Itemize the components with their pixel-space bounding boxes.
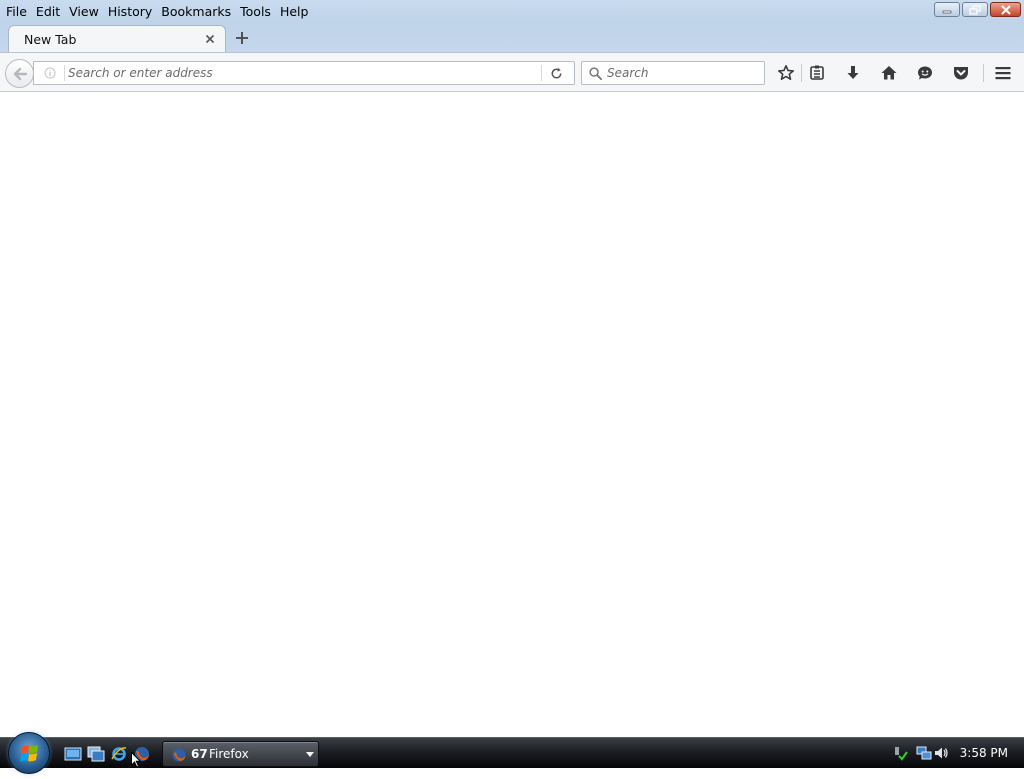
menu-edit[interactable]: Edit bbox=[32, 2, 64, 21]
menu-bar: File Edit View History Bookmarks Tools H… bbox=[0, 0, 313, 22]
toolbar-divider bbox=[801, 64, 802, 82]
menu-tools[interactable]: Tools bbox=[236, 2, 275, 21]
taskbar: 67 Firefox 3:58 PM bbox=[0, 732, 1024, 774]
reload-icon[interactable] bbox=[549, 66, 564, 81]
safely-remove-icon[interactable] bbox=[892, 745, 908, 761]
reload-separator bbox=[541, 65, 542, 81]
url-separator bbox=[64, 65, 65, 81]
minimize-button[interactable] bbox=[934, 2, 960, 17]
home-button[interactable] bbox=[879, 63, 899, 83]
restore-button[interactable] bbox=[962, 2, 988, 17]
system-tray: 3:58 PM bbox=[888, 738, 1024, 769]
switch-windows-icon[interactable] bbox=[87, 745, 105, 763]
hello-icon bbox=[918, 66, 932, 80]
star-icon bbox=[778, 65, 794, 80]
show-desktop-icon[interactable] bbox=[64, 745, 82, 763]
pocket-icon bbox=[954, 67, 968, 80]
chevron-down-icon bbox=[306, 752, 314, 757]
bookmarks-menu-icon bbox=[810, 65, 824, 80]
hello-button[interactable] bbox=[915, 63, 935, 83]
page-content-area[interactable] bbox=[0, 92, 1024, 737]
open-menu-button[interactable] bbox=[993, 63, 1013, 83]
new-tab-plus-icon[interactable] bbox=[234, 30, 250, 46]
pocket-button[interactable] bbox=[951, 63, 971, 83]
volume-icon[interactable] bbox=[933, 745, 949, 761]
menu-view[interactable]: View bbox=[65, 2, 103, 21]
url-bar[interactable] bbox=[33, 61, 575, 85]
clock[interactable]: 3:58 PM bbox=[960, 746, 1008, 760]
internet-explorer-icon[interactable] bbox=[110, 745, 128, 763]
toolbar-divider bbox=[983, 64, 984, 82]
tab-strip: New Tab bbox=[0, 22, 1024, 53]
menu-help[interactable]: Help bbox=[276, 2, 313, 21]
tab-new-tab[interactable]: New Tab bbox=[8, 25, 226, 53]
search-bar[interactable] bbox=[581, 61, 765, 85]
menu-bookmarks[interactable]: Bookmarks bbox=[157, 2, 235, 21]
windows-logo-icon bbox=[20, 745, 38, 762]
home-icon bbox=[881, 66, 897, 80]
tab-label: New Tab bbox=[24, 32, 77, 47]
mouse-cursor-icon bbox=[131, 752, 141, 768]
bookmarks-menu-button[interactable] bbox=[807, 63, 827, 83]
menu-file[interactable]: File bbox=[2, 2, 31, 21]
close-icon bbox=[1000, 4, 1011, 15]
close-window-button[interactable] bbox=[990, 2, 1021, 17]
title-bar: File Edit View History Bookmarks Tools H… bbox=[0, 0, 1024, 22]
restore-icon bbox=[969, 4, 981, 15]
window-controls bbox=[934, 2, 1021, 17]
firefox-icon bbox=[172, 748, 186, 762]
network-icon[interactable] bbox=[916, 745, 932, 761]
taskbar-firefox-group-button[interactable]: 67 Firefox bbox=[162, 741, 319, 767]
minimize-icon bbox=[942, 10, 952, 13]
tab-close-icon[interactable] bbox=[204, 33, 216, 45]
search-input[interactable] bbox=[607, 64, 757, 82]
search-icon bbox=[589, 67, 603, 81]
download-icon bbox=[847, 66, 859, 79]
info-icon[interactable] bbox=[44, 67, 56, 79]
menu-history[interactable]: History bbox=[104, 2, 156, 21]
back-button[interactable] bbox=[5, 59, 34, 88]
task-window-count: 67 bbox=[191, 747, 208, 761]
back-arrow-icon bbox=[13, 67, 27, 80]
bookmark-star-button[interactable] bbox=[776, 63, 796, 83]
url-input[interactable] bbox=[68, 64, 538, 82]
downloads-button[interactable] bbox=[843, 63, 863, 83]
task-label: Firefox bbox=[209, 747, 249, 761]
navigation-toolbar bbox=[0, 52, 1024, 92]
hamburger-menu-icon bbox=[995, 67, 1011, 80]
